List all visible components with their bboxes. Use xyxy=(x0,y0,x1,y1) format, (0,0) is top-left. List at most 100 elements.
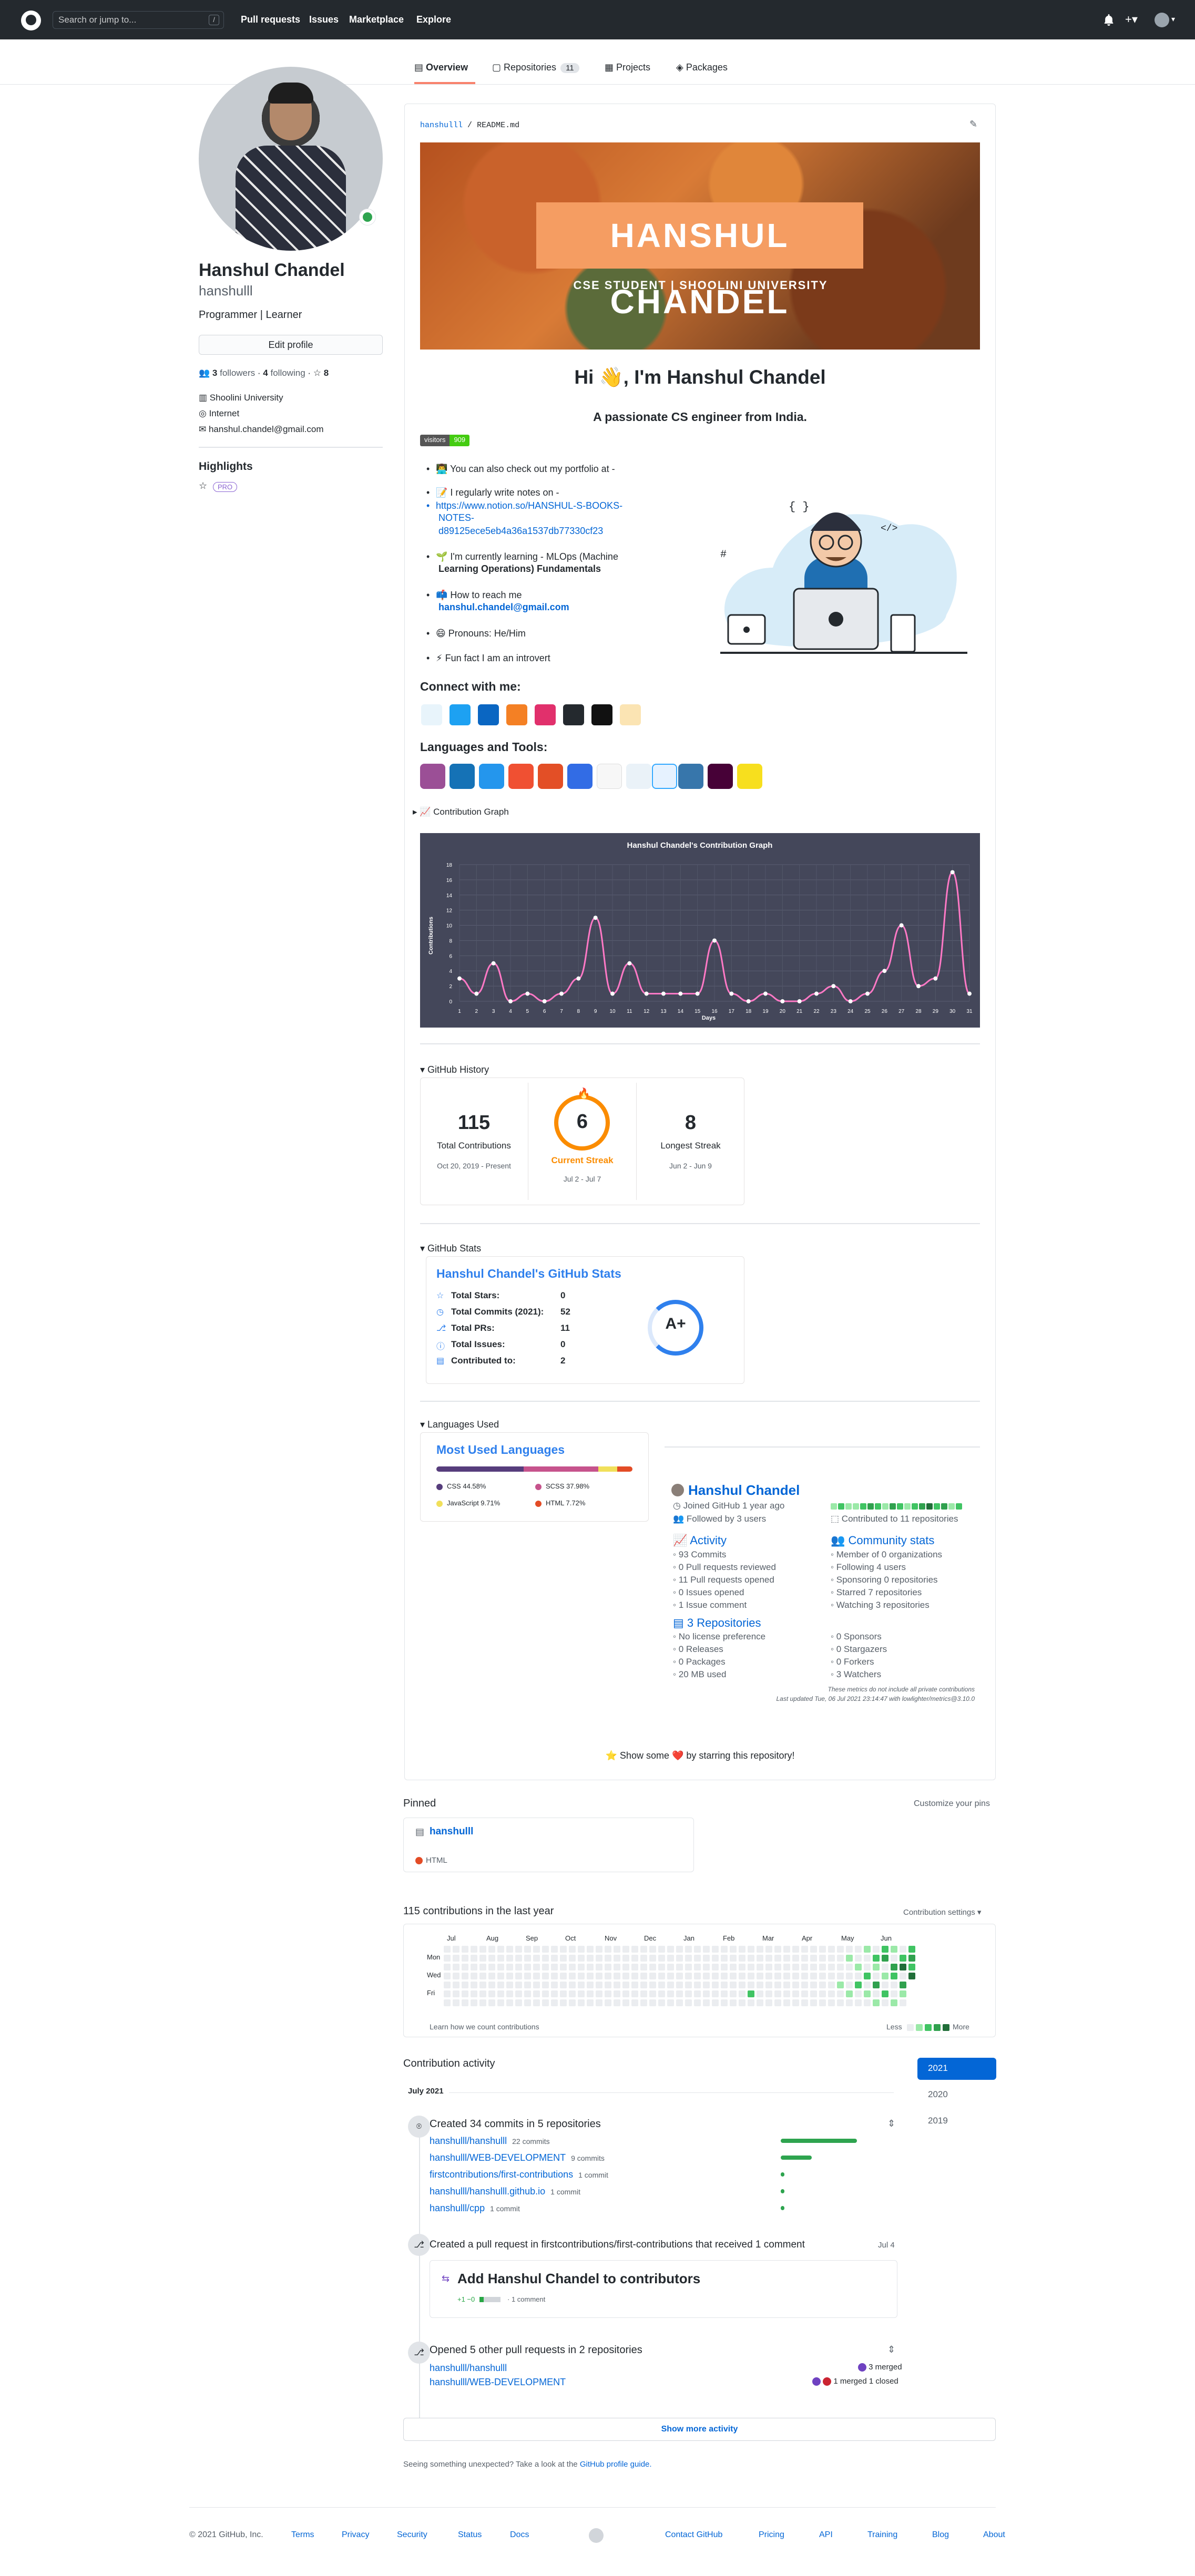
kaggle-social-icon[interactable] xyxy=(563,704,584,725)
contribution-day-cell[interactable] xyxy=(551,1990,558,1997)
contribution-day-cell[interactable] xyxy=(462,1955,468,1962)
contribution-day-cell[interactable] xyxy=(810,1964,817,1971)
contribution-day-cell[interactable] xyxy=(900,1982,906,1988)
contribution-day-cell[interactable] xyxy=(578,1946,585,1953)
contribution-day-cell[interactable] xyxy=(837,1946,844,1953)
contribution-day-cell[interactable] xyxy=(900,1973,906,1979)
contribution-day-cell[interactable] xyxy=(471,1999,477,2006)
contribution-day-cell[interactable] xyxy=(855,1946,862,1953)
contribution-day-cell[interactable] xyxy=(774,1999,781,2006)
year-filter-2021[interactable]: 2021 xyxy=(917,2058,996,2080)
contribution-day-cell[interactable] xyxy=(774,1973,781,1979)
contribution-day-cell[interactable] xyxy=(721,1964,728,1971)
contribution-day-cell[interactable] xyxy=(891,1999,897,2006)
contribution-day-cell[interactable] xyxy=(658,1973,665,1979)
contribution-day-cell[interactable] xyxy=(712,1982,719,1988)
contribution-day-cell[interactable] xyxy=(658,1990,665,1997)
contribution-day-cell[interactable] xyxy=(488,1973,495,1979)
contribution-day-cell[interactable] xyxy=(471,1955,477,1962)
contribution-day-cell[interactable] xyxy=(730,1964,737,1971)
contribution-day-cell[interactable] xyxy=(873,1955,880,1962)
contribution-day-cell[interactable] xyxy=(819,1964,826,1971)
contribution-day-cell[interactable] xyxy=(587,1999,594,2006)
contribution-day-cell[interactable] xyxy=(605,1999,611,2006)
contribution-day-cell[interactable] xyxy=(453,1955,459,1962)
footer-status[interactable]: Status xyxy=(458,2530,482,2540)
notes-link-line-1[interactable]: https://www.notion.so/HANSHUL-S-BOOKS- xyxy=(426,499,622,512)
contribution-day-cell[interactable] xyxy=(479,1973,486,1979)
contribution-day-cell[interactable] xyxy=(542,1982,549,1988)
contribution-day-cell[interactable] xyxy=(676,1973,683,1979)
contribution-day-cell[interactable] xyxy=(605,1973,611,1979)
contribution-day-cell[interactable] xyxy=(453,1999,459,2006)
contribution-day-cell[interactable] xyxy=(605,1990,611,1997)
contribution-day-cell[interactable] xyxy=(479,1999,486,2006)
contribution-day-cell[interactable] xyxy=(658,1982,665,1988)
contribution-day-cell[interactable] xyxy=(640,1982,647,1988)
contribution-day-cell[interactable] xyxy=(560,1982,567,1988)
footer-contact[interactable]: Contact GitHub xyxy=(665,2530,722,2540)
contribution-day-cell[interactable] xyxy=(497,1999,504,2006)
followers-link[interactable]: followers xyxy=(220,368,255,378)
contribution-day-cell[interactable] xyxy=(631,1982,638,1988)
contribution-day-cell[interactable] xyxy=(649,1982,656,1988)
contribution-day-cell[interactable] xyxy=(488,1999,495,2006)
tab-packages[interactable]: ◈ Packages xyxy=(676,62,728,84)
contribution-day-cell[interactable] xyxy=(560,1990,567,1997)
contribution-day-cell[interactable] xyxy=(640,1955,647,1962)
customize-pins-link[interactable]: Customize your pins xyxy=(914,1799,990,1809)
contribution-day-cell[interactable] xyxy=(828,1990,835,1997)
footer-security[interactable]: Security xyxy=(397,2530,427,2540)
contribution-day-cell[interactable] xyxy=(560,1973,567,1979)
contribution-day-cell[interactable] xyxy=(631,1990,638,1997)
contribution-day-cell[interactable] xyxy=(578,1982,585,1988)
contribution-day-cell[interactable] xyxy=(819,1973,826,1979)
contribution-day-cell[interactable] xyxy=(783,1964,790,1971)
contribution-day-cell[interactable] xyxy=(542,1946,549,1953)
edit-pencil-icon[interactable]: ✎ xyxy=(969,119,977,130)
contribution-day-cell[interactable] xyxy=(596,1955,602,1962)
contribution-day-cell[interactable] xyxy=(667,1955,674,1962)
contribution-day-cell[interactable] xyxy=(810,1999,817,2006)
notifications-bell-icon[interactable] xyxy=(1103,14,1115,26)
contribution-day-cell[interactable] xyxy=(703,1955,710,1962)
contribution-day-cell[interactable] xyxy=(730,1999,737,2006)
contribution-day-cell[interactable] xyxy=(649,1946,656,1953)
contribution-day-cell[interactable] xyxy=(792,1973,799,1979)
contribution-day-cell[interactable] xyxy=(488,1964,495,1971)
contribution-day-cell[interactable] xyxy=(631,1973,638,1979)
contribution-day-cell[interactable] xyxy=(462,1990,468,1997)
contribution-day-cell[interactable] xyxy=(739,1999,745,2006)
contribution-day-cell[interactable] xyxy=(542,1990,549,1997)
contribution-day-cell[interactable] xyxy=(757,1990,763,1997)
contribution-day-cell[interactable] xyxy=(819,1982,826,1988)
contribution-day-cell[interactable] xyxy=(640,1973,647,1979)
contribution-day-cell[interactable] xyxy=(828,1964,835,1971)
hackerrank-social-icon[interactable] xyxy=(620,704,641,725)
contribution-day-cell[interactable] xyxy=(765,1999,772,2006)
contribution-day-cell[interactable] xyxy=(551,1999,558,2006)
contribution-day-cell[interactable] xyxy=(739,1982,745,1988)
contribution-day-cell[interactable] xyxy=(873,1990,880,1997)
contribution-day-cell[interactable] xyxy=(694,1990,701,1997)
contribution-day-cell[interactable] xyxy=(622,1990,629,1997)
contribution-day-cell[interactable] xyxy=(801,1955,808,1962)
contribution-day-cell[interactable] xyxy=(444,1990,451,1997)
contribution-day-cell[interactable] xyxy=(864,1955,871,1962)
footer-privacy[interactable]: Privacy xyxy=(342,2530,369,2540)
contribution-day-cell[interactable] xyxy=(810,1982,817,1988)
profile-guide-link[interactable]: GitHub profile guide. xyxy=(580,2460,652,2469)
contribution-day-cell[interactable] xyxy=(757,1973,763,1979)
status-emoji-icon[interactable] xyxy=(359,209,376,225)
contribution-day-cell[interactable] xyxy=(453,1982,459,1988)
contribution-day-cell[interactable] xyxy=(765,1982,772,1988)
contribution-day-cell[interactable] xyxy=(846,1973,853,1979)
contribution-day-cell[interactable] xyxy=(587,1990,594,1997)
contribution-day-cell[interactable] xyxy=(739,1964,745,1971)
opened-repo-2[interactable]: hanshulll/WEB-DEVELOPMENT xyxy=(430,2377,566,2388)
commit-repo-link[interactable]: firstcontributions/first-contributions xyxy=(430,2169,573,2180)
contribution-day-cell[interactable] xyxy=(792,1964,799,1971)
contribution-day-cell[interactable] xyxy=(757,1964,763,1971)
footer-training[interactable]: Training xyxy=(867,2530,897,2540)
contribution-day-cell[interactable] xyxy=(587,1955,594,1962)
